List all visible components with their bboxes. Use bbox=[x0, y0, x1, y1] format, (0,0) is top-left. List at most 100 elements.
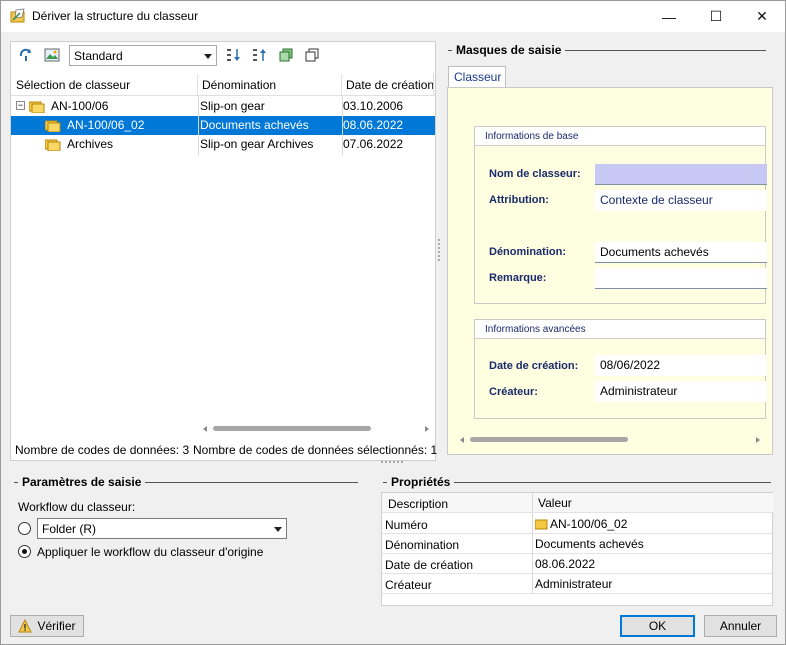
radio-dot bbox=[22, 549, 27, 554]
params-section-title: Paramètres de saisie bbox=[18, 475, 146, 489]
title-bar: Dériver la structure du classeur — ☐ ✕ bbox=[1, 1, 785, 32]
group-adv-title: Informations avancées bbox=[475, 320, 765, 339]
chevron-down-icon bbox=[274, 527, 282, 532]
image-view-icon[interactable] bbox=[43, 46, 61, 64]
radio-workflow[interactable] bbox=[18, 522, 31, 535]
props-row-desc: Date de création bbox=[385, 558, 474, 572]
props-row[interactable]: Numéro AN-100/06_02 bbox=[382, 514, 774, 534]
verify-button[interactable]: Vérifier bbox=[10, 615, 84, 637]
group-adv-info: Informations avancées Date de création: … bbox=[474, 319, 767, 419]
tree-row-denomination: Documents achevés bbox=[200, 118, 309, 132]
tree-row[interactable]: Archives Slip-on gear Archives 07.06.202… bbox=[11, 135, 433, 154]
scroll-left-icon[interactable] bbox=[460, 437, 464, 443]
tree-row-name: AN-100/06 bbox=[51, 99, 109, 113]
props-section-title: Propriétés bbox=[387, 475, 455, 489]
ok-button[interactable]: OK bbox=[620, 615, 695, 637]
denomination-input[interactable]: Documents achevés bbox=[595, 242, 767, 263]
dialog-window: Dériver la structure du classeur — ☐ ✕ S… bbox=[0, 0, 786, 645]
attribution-label: Attribution: bbox=[489, 194, 549, 206]
masks-section-title: Masques de saisie bbox=[452, 43, 566, 57]
date-value[interactable]: 08/06/2022 bbox=[595, 355, 767, 376]
props-table: Description Valeur Numéro AN-100/06_02 D… bbox=[381, 492, 774, 606]
tree-row-date: 08.06.2022 bbox=[343, 118, 404, 132]
sort-down-icon[interactable] bbox=[225, 46, 243, 64]
window-title: Dériver la structure du classeur bbox=[32, 9, 199, 23]
remarque-label: Remarque: bbox=[489, 272, 547, 284]
workflow-combo[interactable]: Folder (R) bbox=[37, 518, 287, 539]
sort-up-icon[interactable] bbox=[251, 46, 269, 64]
props-row-desc: Numéro bbox=[385, 518, 428, 532]
props-row-val: AN-100/06_02 bbox=[550, 517, 628, 531]
tree-row[interactable]: − AN-100/06 Slip-on gear 03.10.2006 bbox=[11, 97, 433, 116]
group-base-title: Informations de base bbox=[475, 127, 765, 146]
group-base-info: Informations de base Nom de classeur: At… bbox=[474, 126, 767, 304]
col-header-date[interactable]: Date de création bbox=[342, 74, 434, 95]
folder-icon bbox=[45, 139, 61, 151]
col-header-selection[interactable]: Sélection de classeur bbox=[12, 74, 198, 95]
maximize-button[interactable]: ☐ bbox=[693, 1, 739, 32]
workflow-combo-value: Folder (R) bbox=[42, 522, 97, 536]
createur-label: Créateur: bbox=[489, 386, 538, 398]
tree-header: Sélection de classeur Dénomination Date … bbox=[11, 74, 435, 96]
params-panel: Paramètres de saisie Workflow du classeu… bbox=[10, 471, 370, 606]
tree-panel: Standard Sélection de classeur Dénominat… bbox=[10, 41, 436, 461]
col-divider bbox=[532, 493, 533, 594]
props-row-val: Administrateur bbox=[535, 577, 613, 591]
view-combo[interactable]: Standard bbox=[69, 45, 217, 66]
props-col-val: Valeur bbox=[538, 496, 572, 510]
nom-label: Nom de classeur: bbox=[489, 168, 581, 180]
col-divider bbox=[342, 96, 343, 155]
col-header-denomination[interactable]: Dénomination bbox=[198, 74, 342, 95]
scroll-thumb[interactable] bbox=[470, 437, 628, 442]
tree-row-selected[interactable]: AN-100/06_02 Documents achevés 08.06.202… bbox=[11, 116, 435, 135]
radio-original-workflow[interactable] bbox=[18, 545, 31, 558]
workflow-label: Workflow du classeur: bbox=[18, 500, 136, 514]
folder-stack-icon bbox=[29, 101, 45, 113]
status-count: Nombre de codes de données: 3 bbox=[15, 443, 190, 457]
close-button[interactable]: ✕ bbox=[739, 1, 785, 32]
tree-hscrollbar[interactable] bbox=[199, 423, 435, 434]
tab-classeur[interactable]: Classeur bbox=[448, 66, 506, 88]
date-label: Date de création: bbox=[489, 360, 579, 372]
view-combo-value: Standard bbox=[74, 49, 123, 63]
horizontal-splitter[interactable] bbox=[381, 461, 403, 463]
scroll-thumb[interactable] bbox=[213, 426, 371, 431]
vertical-splitter[interactable] bbox=[438, 239, 440, 261]
props-row[interactable]: Dénomination Documents achevés bbox=[382, 534, 774, 554]
scroll-right-icon[interactable] bbox=[425, 426, 429, 432]
tree-row-name: Archives bbox=[67, 137, 114, 151]
attribution-value[interactable]: Contexte de classeur bbox=[595, 190, 767, 211]
status-selected: Nombre de codes de données sélectionnés:… bbox=[193, 443, 438, 457]
tree-row-date: 03.10.2006 bbox=[343, 99, 404, 113]
mask-hscrollbar[interactable] bbox=[456, 434, 766, 445]
denomination-label: Dénomination: bbox=[489, 246, 566, 258]
chevron-down-icon bbox=[204, 54, 212, 59]
props-row-val: 08.06.2022 bbox=[535, 557, 596, 571]
verify-label: Vérifier bbox=[37, 619, 76, 633]
tree-row-name: AN-100/06_02 bbox=[67, 118, 145, 132]
scroll-right-icon[interactable] bbox=[756, 437, 760, 443]
tree-row-date: 07.06.2022 bbox=[343, 137, 404, 151]
createur-value[interactable]: Administrateur bbox=[595, 381, 767, 402]
cancel-button[interactable]: Annuler bbox=[704, 615, 777, 637]
props-row[interactable]: Date de création 08.06.2022 bbox=[382, 554, 774, 574]
tree-row-denomination: Slip-on gear bbox=[200, 99, 265, 113]
props-row-desc: Dénomination bbox=[385, 538, 460, 552]
props-row-desc: Créateur bbox=[385, 578, 432, 592]
app-folder-icon bbox=[10, 8, 26, 24]
copy-icon[interactable] bbox=[303, 46, 321, 64]
option-original-label[interactable]: Appliquer le workflow du classeur d'orig… bbox=[37, 545, 263, 559]
collapse-icon[interactable]: − bbox=[16, 101, 25, 110]
remarque-input[interactable] bbox=[595, 268, 767, 289]
nom-input[interactable] bbox=[595, 164, 767, 185]
mask-form: Informations de base Nom de classeur: At… bbox=[447, 87, 773, 455]
props-row-val: Documents achevés bbox=[535, 537, 644, 551]
minimize-button[interactable]: — bbox=[646, 1, 692, 32]
tree-row-denomination: Slip-on gear Archives bbox=[200, 137, 314, 151]
refresh-icon[interactable] bbox=[17, 46, 35, 64]
props-row[interactable]: Créateur Administrateur bbox=[382, 574, 774, 594]
props-panel: Propriétés Description Valeur Numéro AN-… bbox=[379, 471, 777, 606]
copy-green-icon[interactable] bbox=[277, 46, 295, 64]
scroll-left-icon[interactable] bbox=[203, 426, 207, 432]
folder-icon bbox=[45, 120, 61, 132]
